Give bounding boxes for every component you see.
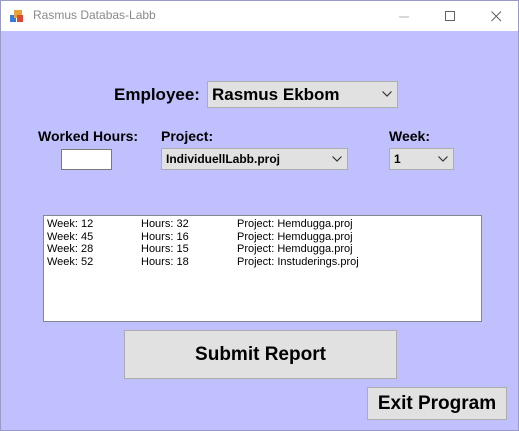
- chevron-down-icon: [382, 91, 392, 97]
- report-hours: Hours: 18: [141, 255, 189, 268]
- title-bar[interactable]: Rasmus Databas-Labb: [1, 1, 518, 31]
- week-label: Week:: [389, 128, 430, 144]
- chevron-down-icon: [332, 156, 342, 162]
- report-week: Week: 45: [47, 230, 94, 243]
- project-dropdown[interactable]: IndividuellLabb.proj: [161, 148, 348, 170]
- report-list[interactable]: Week: 12 Hours: 32 Project: Hemdugga.pro…: [43, 215, 482, 322]
- close-button[interactable]: [473, 1, 519, 31]
- report-week: Week: 52: [47, 255, 94, 268]
- submit-report-button[interactable]: Submit Report: [124, 330, 397, 379]
- list-item[interactable]: Week: 12 Hours: 32 Project: Hemdugga.pro…: [47, 218, 477, 231]
- project-selected: IndividuellLabb.proj: [166, 152, 280, 166]
- maximize-icon: [444, 10, 455, 21]
- maximize-button[interactable]: [427, 1, 473, 31]
- close-icon: [490, 10, 501, 21]
- exit-program-button[interactable]: Exit Program: [367, 387, 507, 420]
- report-project: Project: Hemdugga.proj: [237, 243, 353, 255]
- worked-hours-label: Worked Hours:: [38, 128, 139, 144]
- worked-hours-input[interactable]: [61, 149, 112, 170]
- employee-selected: Rasmus Ekbom: [212, 85, 340, 104]
- list-item[interactable]: Week: 52 Hours: 18 Project: Instuderings…: [47, 256, 477, 269]
- project-label: Project:: [161, 128, 214, 144]
- report-project: Project: Instuderings.proj: [237, 255, 359, 268]
- app-window: Rasmus Databas-Labb Employee: Rasmus Ekb…: [0, 0, 519, 431]
- report-hours: Hours: 15: [141, 243, 189, 255]
- minimize-button[interactable]: [381, 1, 427, 31]
- report-week: Week: 28: [47, 243, 94, 255]
- list-item[interactable]: Week: 45 Hours: 16 Project: Hemdugga.pro…: [47, 231, 477, 244]
- chevron-down-icon: [438, 156, 448, 162]
- week-selected: 1: [394, 152, 401, 166]
- report-hours: Hours: 32: [141, 218, 189, 230]
- report-hours: Hours: 16: [141, 230, 189, 243]
- report-week: Week: 12: [47, 218, 94, 230]
- minimize-icon: [398, 16, 409, 17]
- window-title: Rasmus Databas-Labb: [33, 8, 156, 22]
- report-project: Project: Hemdugga.proj: [237, 218, 353, 230]
- report-project: Project: Hemdugga.proj: [237, 230, 353, 243]
- week-dropdown[interactable]: 1: [389, 148, 454, 170]
- list-item[interactable]: Week: 28 Hours: 15 Project: Hemdugga.pro…: [47, 243, 477, 256]
- app-icon: [10, 10, 23, 22]
- employee-label: Employee:: [114, 85, 200, 104]
- employee-dropdown[interactable]: Rasmus Ekbom: [207, 81, 398, 108]
